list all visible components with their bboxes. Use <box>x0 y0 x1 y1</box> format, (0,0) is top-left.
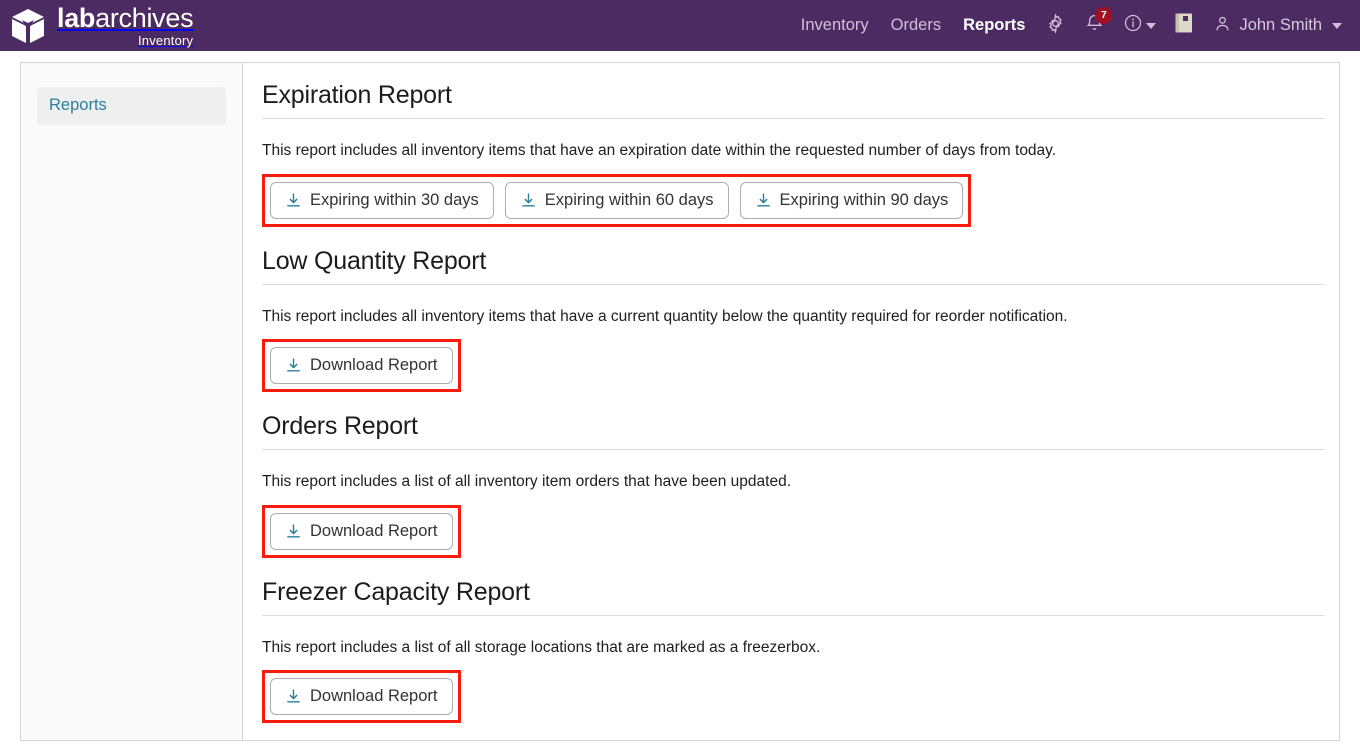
annotation-box-freezer-capacity: Download Report <box>262 670 461 724</box>
button-label: Expiring within 60 days <box>544 190 714 209</box>
expiration-buttons-row: Expiring within 30 days Expiring within … <box>262 173 1325 227</box>
button-label: Expiring within 90 days <box>779 190 949 209</box>
section-description: This report includes a list of all stora… <box>262 638 821 656</box>
brand-subtitle: Inventory <box>137 32 194 48</box>
download-low-quantity-report-button[interactable]: Download Report <box>270 347 453 385</box>
brand-name-light: archives <box>95 2 194 33</box>
download-icon <box>520 192 537 209</box>
user-caret-down-icon <box>1332 22 1342 29</box>
download-icon <box>285 357 302 374</box>
nav-link-orders[interactable]: Orders <box>880 0 952 51</box>
notebook-icon <box>1174 12 1194 39</box>
help-menu-button[interactable] <box>1114 0 1165 51</box>
section-expiration-report: Expiration Report This report includes a… <box>262 81 1325 227</box>
brand-logo-link[interactable]: labarchives Inventory <box>8 2 194 48</box>
download-icon <box>755 192 772 209</box>
download-freezer-capacity-report-button[interactable]: Download Report <box>270 678 453 716</box>
annotation-box-low-quantity: Download Report <box>262 339 461 393</box>
person-icon <box>1213 14 1232 38</box>
section-freezer-capacity-report: Freezer Capacity Report This report incl… <box>262 578 1325 724</box>
user-menu-button[interactable]: John Smith <box>1203 14 1346 38</box>
reports-content: Expiration Report This report includes a… <box>243 63 1339 740</box>
section-title: Low Quantity Report <box>262 247 1325 285</box>
notebook-button[interactable] <box>1165 0 1203 51</box>
download-expiring-30-days-button[interactable]: Expiring within 30 days <box>270 181 494 219</box>
brand-name-bold: lab <box>57 2 96 33</box>
orders-buttons-row: Download Report <box>262 504 1325 558</box>
gear-icon <box>1045 12 1066 39</box>
sidebar-item-reports[interactable]: Reports <box>37 87 226 125</box>
download-expiring-90-days-button[interactable]: Expiring within 90 days <box>739 181 964 219</box>
content-card: Reports Expiration Report This report in… <box>20 62 1340 741</box>
button-label: Expiring within 30 days <box>310 190 479 209</box>
low-quantity-buttons-row: Download Report <box>262 339 1325 393</box>
freezer-capacity-buttons-row: Download Report <box>262 670 1325 724</box>
annotation-box-orders: Download Report <box>262 504 461 558</box>
notifications-button[interactable]: 7 <box>1075 0 1114 51</box>
open-box-cube-icon <box>8 6 48 46</box>
download-orders-report-button[interactable]: Download Report <box>270 512 453 550</box>
page-title: Expiration Report <box>262 81 1325 119</box>
section-orders-report: Orders Report This report includes a lis… <box>262 412 1325 558</box>
sidebar: Reports <box>21 63 243 740</box>
section-description: This report includes a list of all inven… <box>262 473 792 491</box>
caret-down-icon <box>1146 22 1157 29</box>
download-icon <box>285 523 302 540</box>
settings-button[interactable] <box>1036 0 1075 51</box>
notification-count-badge: 7 <box>1095 7 1113 24</box>
brand-name: labarchives <box>57 2 194 33</box>
sidebar-item-label: Reports <box>49 96 107 114</box>
annotation-box-expiration: Expiring within 30 days Expiring within … <box>262 173 972 227</box>
download-icon <box>285 192 302 209</box>
top-nav-right-group: Inventory Orders Reports 7 John Smith <box>790 0 1346 51</box>
section-title: Freezer Capacity Report <box>262 578 1325 616</box>
section-description: This report includes all inventory items… <box>262 307 1068 325</box>
section-low-quantity-report: Low Quantity Report This report includes… <box>262 247 1325 393</box>
button-label: Download Report <box>310 356 438 375</box>
nav-link-reports[interactable]: Reports <box>952 0 1036 51</box>
user-name-label: John Smith <box>1239 16 1322 34</box>
info-circle-icon <box>1123 13 1143 38</box>
download-icon <box>285 688 302 705</box>
section-title: Orders Report <box>262 412 1325 451</box>
button-label: Download Report <box>310 521 438 540</box>
page-body: Reports Expiration Report This report in… <box>0 51 1360 751</box>
download-expiring-60-days-button[interactable]: Expiring within 60 days <box>504 181 729 219</box>
section-description: This report includes all inventory items… <box>262 142 1057 159</box>
button-label: Download Report <box>310 687 438 706</box>
top-navigation-bar: labarchives Inventory Inventory Orders R… <box>0 0 1360 51</box>
nav-link-inventory[interactable]: Inventory <box>790 0 880 51</box>
